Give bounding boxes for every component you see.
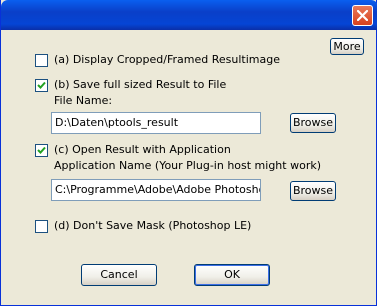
option-a-checkbox[interactable] — [35, 54, 48, 67]
option-b-checkbox[interactable] — [35, 79, 48, 92]
file-name-input[interactable]: D:\Daten\ptools_result — [51, 112, 261, 134]
browse-app-button[interactable]: Browse — [290, 181, 336, 201]
cancel-button[interactable]: Cancel — [81, 264, 157, 286]
browse-file-button[interactable]: Browse — [290, 113, 336, 133]
dialog-window: More (a) Display Cropped/Framed Resultim… — [0, 0, 377, 306]
checkmark-icon — [37, 146, 46, 154]
dialog-body: More (a) Display Cropped/Framed Resultim… — [4, 30, 373, 302]
ok-button[interactable]: OK — [194, 264, 270, 286]
more-button[interactable]: More — [330, 38, 364, 55]
application-name-input[interactable]: C:\Programme\Adobe\Adobe Photoshop — [51, 179, 261, 201]
option-d-label: (d) Don't Save Mask (Photoshop LE) — [54, 219, 252, 232]
option-a-label: (a) Display Cropped/Framed Resultimage — [54, 53, 280, 66]
file-name-label: File Name: — [54, 94, 113, 107]
close-button[interactable] — [352, 5, 373, 26]
option-c-label: (c) Open Result with Application — [54, 143, 231, 156]
checkmark-icon — [37, 81, 46, 89]
option-b-label: (b) Save full sized Result to File — [54, 78, 227, 91]
title-bar[interactable] — [1, 0, 377, 30]
option-c-checkbox[interactable] — [35, 144, 48, 157]
application-name-label: Application Name (Your Plug-in host migh… — [54, 159, 322, 172]
option-d-checkbox[interactable] — [35, 220, 48, 233]
close-icon — [357, 10, 368, 21]
